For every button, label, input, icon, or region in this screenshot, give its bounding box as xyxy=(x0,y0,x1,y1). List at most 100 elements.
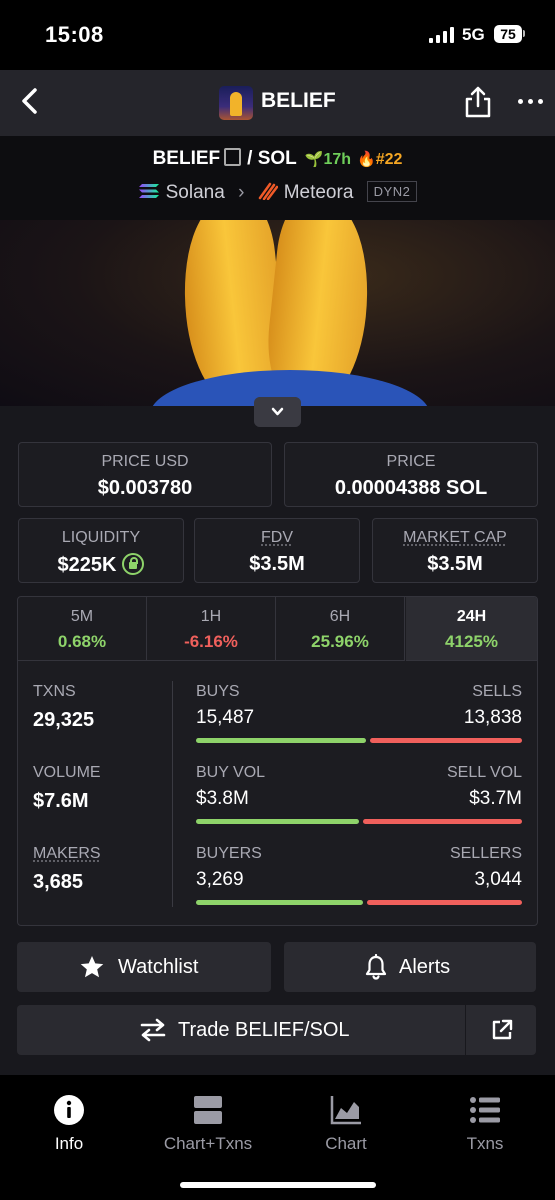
sellers-label: SELLERS xyxy=(449,845,522,862)
chevron-right-icon: › xyxy=(238,182,245,203)
tab-5m-label: 5M xyxy=(70,608,94,625)
market-cap-value: $3.5M xyxy=(427,553,483,575)
volume-value: $7.6M xyxy=(33,790,89,812)
buys-value: 15,487 xyxy=(196,707,255,728)
buyers-label: BUYERS xyxy=(196,845,262,862)
base-token: BELIEF xyxy=(152,148,221,169)
buyers-sellers-metric: BUYERS SELLERS 3,269 3,044 xyxy=(196,845,522,907)
dex-name[interactable]: Meteora xyxy=(284,182,354,203)
pair-line: BELIEF / SOL 🌱17h 🔥#22 xyxy=(0,148,555,170)
buy-vol-label: BUY VOL xyxy=(196,764,266,781)
lock-icon xyxy=(122,553,145,575)
sellers-value: 3,044 xyxy=(474,869,522,890)
chain-name[interactable]: Solana xyxy=(166,182,225,203)
tab-5m[interactable]: 5M 0.68% xyxy=(18,597,147,661)
price-usd-value: $0.003780 xyxy=(97,477,193,499)
price-native-label: PRICE xyxy=(386,453,436,470)
signal-icon xyxy=(429,27,455,43)
area-chart-icon xyxy=(329,1094,363,1126)
alerts-button[interactable]: Alerts xyxy=(284,942,536,992)
makers-metric: MAKERS 3,685 xyxy=(33,845,101,894)
txns-metric: TXNS 29,325 xyxy=(33,683,94,732)
volume-label: VOLUME xyxy=(33,764,101,781)
makers-value: 3,685 xyxy=(33,871,84,893)
tab-24h-label: 24H xyxy=(456,608,487,625)
txns-label: TXNS xyxy=(33,683,76,700)
nav-title: BELIEF xyxy=(261,89,336,112)
token-logo xyxy=(219,86,253,120)
expand-chevron-icon[interactable] xyxy=(254,397,301,427)
list-icon xyxy=(468,1094,502,1126)
home-indicator xyxy=(180,1182,376,1188)
tab-txns-label: Txns xyxy=(466,1134,504,1153)
stats-divider xyxy=(172,681,173,907)
tab-chart-txns[interactable]: Chart+Txns xyxy=(139,1094,277,1154)
tab-chart-txns-label: Chart+Txns xyxy=(163,1134,253,1153)
trade-label: Trade BELIEF/SOL xyxy=(178,1019,350,1041)
fdv-label-wrap: FDV xyxy=(195,529,359,547)
external-link-icon[interactable] xyxy=(491,1019,513,1041)
tab-chart-label: Chart xyxy=(325,1134,367,1153)
flame-icon: 🔥 xyxy=(357,151,376,168)
liquidity-row: $225K xyxy=(19,553,183,577)
trade-divider xyxy=(465,1005,466,1055)
tab-1h-value: -6.16% xyxy=(184,632,238,651)
pair-age: 17h xyxy=(323,151,352,168)
buy-vol-value: $3.8M xyxy=(196,788,249,809)
buys-sells-metric: BUYS SELLS 15,487 13,838 xyxy=(196,683,522,745)
tab-1h[interactable]: 1H -6.16% xyxy=(147,597,276,661)
back-chevron-icon[interactable] xyxy=(16,86,46,116)
liquidity-value: $225K xyxy=(57,554,117,576)
txns-value: 29,325 xyxy=(33,709,95,731)
share-icon[interactable] xyxy=(463,85,493,119)
solana-icon xyxy=(138,184,159,198)
more-options-icon[interactable] xyxy=(516,96,546,106)
chain-line: Solana › Meteora DYN2 xyxy=(0,181,555,204)
price-native-box: PRICE 0.00004388 SOL xyxy=(284,442,538,507)
copy-icon[interactable] xyxy=(224,148,242,166)
stats-panel: 5M 0.68% 1H -6.16% 6H 25.96% 24H 4125% T… xyxy=(17,596,538,926)
meteora-icon xyxy=(258,182,278,200)
dex-badge: DYN2 xyxy=(366,181,418,202)
nav-bar: BELIEF xyxy=(0,70,555,136)
trade-button[interactable]: Trade BELIEF/SOL xyxy=(17,1005,465,1055)
watchlist-button[interactable]: Watchlist xyxy=(17,942,271,992)
volume-metric: VOLUME $7.6M xyxy=(33,764,101,813)
tab-txns[interactable]: Txns xyxy=(416,1094,554,1154)
quote-token: / SOL xyxy=(247,148,297,169)
sells-bar xyxy=(370,738,522,743)
buy-vol-bar xyxy=(196,819,359,824)
makers-label: MAKERS xyxy=(33,845,101,862)
liquidity-label: LIQUIDITY xyxy=(61,529,141,546)
bell-icon xyxy=(365,954,387,980)
price-usd-box: PRICE USD $0.003780 xyxy=(18,442,272,507)
tab-info[interactable]: Info xyxy=(0,1094,138,1154)
price-native-value: 0.00004388 SOL xyxy=(334,477,488,499)
trade-button-group: Trade BELIEF/SOL xyxy=(17,1005,536,1055)
alerts-label: Alerts xyxy=(399,956,451,978)
tab-6h-label: 6H xyxy=(329,608,351,625)
buyers-value: 3,269 xyxy=(196,869,244,890)
liquidity-box[interactable]: LIQUIDITY $225K xyxy=(18,518,184,583)
tab-6h[interactable]: 6H 25.96% xyxy=(276,597,405,661)
swap-arrows-icon xyxy=(140,1018,166,1042)
market-cap-label: MARKET CAP xyxy=(403,529,507,546)
volume-split-metric: BUY VOL SELL VOL $3.8M $3.7M xyxy=(196,764,522,826)
tab-5m-value: 0.68% xyxy=(57,632,107,651)
market-cap-box[interactable]: MARKET CAP $3.5M xyxy=(372,518,538,583)
battery-tip xyxy=(523,30,525,37)
pair-header: BELIEF / SOL 🌱17h 🔥#22 Solana › Meteora DYN… xyxy=(0,136,555,220)
buys-bar xyxy=(196,738,366,743)
price-usd-label: PRICE USD xyxy=(101,453,189,470)
sells-label: SELLS xyxy=(472,683,522,700)
tab-info-label: Info xyxy=(54,1134,84,1153)
tab-chart[interactable]: Chart xyxy=(277,1094,415,1154)
network-type: 5G xyxy=(462,25,485,44)
fdv-box[interactable]: FDV $3.5M xyxy=(194,518,360,583)
tab-24h[interactable]: 24H 4125% xyxy=(406,597,537,661)
tab-6h-value: 25.96% xyxy=(311,632,369,651)
sell-vol-value: $3.7M xyxy=(469,788,522,809)
info-icon xyxy=(52,1094,86,1126)
tab-1h-label: 1H xyxy=(200,608,222,625)
star-icon xyxy=(80,955,104,978)
